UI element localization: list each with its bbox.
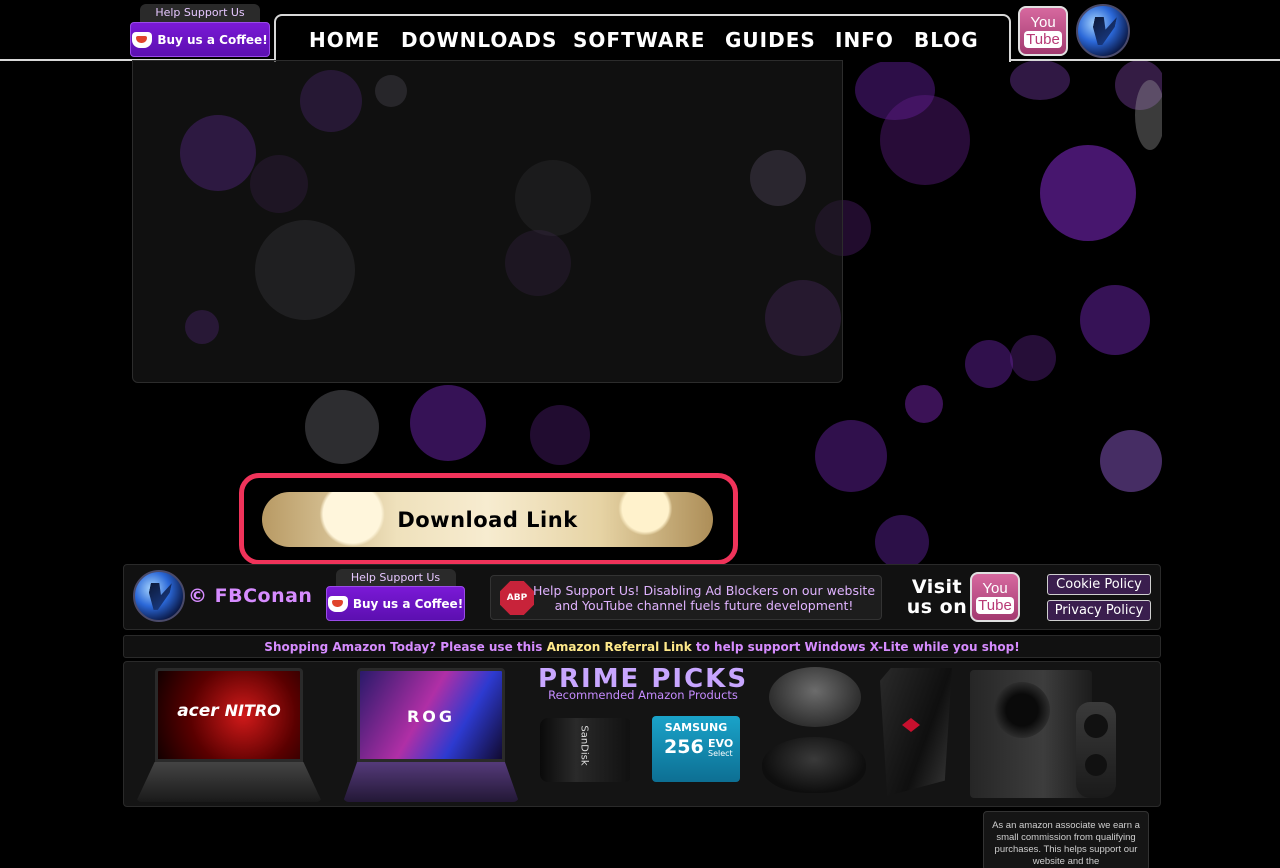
header-youtube-button[interactable]: You Tube (1018, 6, 1068, 56)
nav-blog[interactable]: BLOG (914, 28, 979, 52)
adblock-text: Help Support Us! Disabling Ad Blockers o… (532, 583, 876, 613)
amazon-suffix: to help support Windows X-Lite while you… (691, 640, 1020, 654)
amazon-prefix: Shopping Amazon Today? Please use this (264, 640, 547, 654)
footer-buy-coffee-label: Buy us a Coffee! (352, 596, 464, 611)
main-nav: HOME DOWNLOADS SOFTWARE GUIDES INFO BLOG (274, 14, 1011, 62)
youtube-you-text: You (982, 579, 1008, 597)
footer-support: Help Support Us Buy us a Coffee! (326, 569, 465, 621)
footer-brand: © FBConan (188, 585, 313, 607)
nav-info[interactable]: INFO (835, 28, 894, 52)
buy-coffee-button[interactable]: Buy us a Coffee! (130, 22, 270, 57)
site-logo-icon[interactable] (1076, 4, 1130, 58)
privacy-policy-button[interactable]: Privacy Policy (1047, 600, 1151, 621)
gray-mouse-product[interactable] (769, 667, 861, 727)
samsung-capacity: 256 (664, 736, 704, 758)
laptop-keyboard (136, 762, 322, 802)
sandisk-label: SanDisk (578, 725, 590, 766)
subwoofer-product[interactable] (970, 670, 1092, 798)
support-tag: Help Support Us (140, 4, 260, 22)
black-mouse-product[interactable] (762, 737, 866, 793)
nav-software[interactable]: SOFTWARE (573, 28, 705, 52)
prime-picks-subtitle: Recommended Amazon Products (548, 688, 738, 702)
coffee-cup-icon (327, 595, 348, 612)
acer-nitro-label: acer NITRO (177, 701, 281, 721)
download-link-button[interactable]: Download Link (262, 492, 713, 547)
speaker-driver (1085, 754, 1107, 776)
subwoofer-cone (994, 682, 1050, 738)
header-support: Help Support Us Buy us a Coffee! (130, 4, 270, 57)
rog-mini-pc-product[interactable] (880, 668, 952, 796)
rog-logo-icon (902, 718, 920, 732)
visit-line-2: us on (906, 596, 968, 618)
satellite-speaker-product[interactable] (1076, 702, 1116, 798)
nav-guides[interactable]: GUIDES (725, 28, 816, 52)
footer-buy-coffee-button[interactable]: Buy us a Coffee! (326, 586, 465, 621)
youtube-you-text: You (1030, 13, 1056, 31)
samsung-label: SAMSUNG (664, 721, 728, 734)
video-panel[interactable] (132, 60, 843, 383)
footer-youtube-button[interactable]: You Tube (970, 572, 1020, 622)
amazon-referral-bar: Shopping Amazon Today? Please use this A… (123, 635, 1161, 658)
visit-us-on: Visit us on (905, 577, 969, 617)
samsung-select: Select (708, 749, 733, 758)
footer-support-tag: Help Support Us (335, 569, 456, 586)
footer-logo-icon[interactable] (133, 570, 185, 622)
acer-nitro-laptop-product[interactable]: acer NITRO (136, 668, 322, 802)
youtube-tube-text: Tube (1024, 30, 1062, 48)
amazon-referral-link[interactable]: Amazon Referral Link (547, 640, 692, 654)
nav-downloads[interactable]: DOWNLOADS (401, 28, 557, 52)
sandisk-usb-product[interactable]: SanDisk (540, 718, 630, 782)
coffee-cup-icon (132, 31, 153, 48)
amazon-associate-note: As an amazon associate we earn a small c… (983, 811, 1149, 868)
rog-label: ROG (406, 707, 456, 726)
laptop-screen: acer NITRO (155, 668, 303, 762)
cookie-policy-button[interactable]: Cookie Policy (1047, 574, 1151, 595)
samsung-microsd-product[interactable]: SAMSUNG 256 EVO Select (652, 716, 740, 782)
buy-coffee-label: Buy us a Coffee! (157, 32, 268, 47)
laptop-keyboard (343, 762, 519, 802)
speaker-driver (1084, 714, 1108, 738)
nav-home[interactable]: HOME (309, 28, 380, 52)
visit-line-1: Visit (911, 576, 963, 598)
rog-laptop-product[interactable]: ROG (343, 668, 519, 802)
laptop-screen: ROG (357, 668, 505, 762)
product-strip: acer NITRO ROG PRIME PICKS Recommended A… (123, 661, 1161, 807)
youtube-tube-text: Tube (976, 596, 1014, 614)
